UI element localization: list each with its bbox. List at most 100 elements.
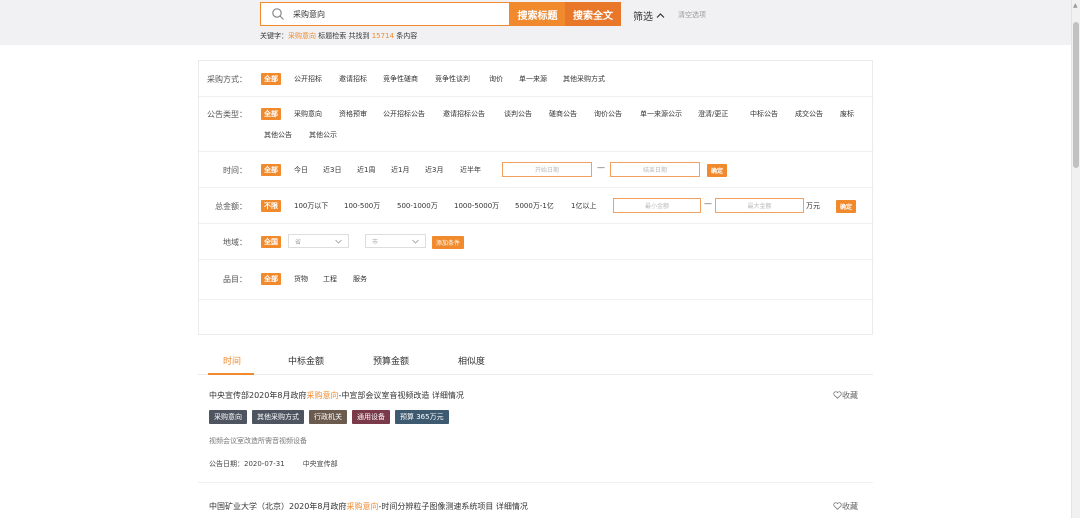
city-placeholder: 市	[372, 238, 379, 246]
time-option[interactable]: 今日	[294, 165, 308, 175]
sort-tabs: 时间 中标金额 预算金额 相似度	[198, 347, 873, 375]
time-option[interactable]: 近3月	[425, 165, 443, 175]
method-option[interactable]: 竞争性磋商	[383, 74, 418, 84]
keyword-prefix: 关键字：	[260, 32, 288, 40]
amount-dash: —	[704, 199, 712, 208]
result-title-pre: 中国矿业大学（北京）2020年8月政府	[209, 502, 347, 511]
category-option[interactable]: 工程	[323, 274, 337, 284]
time-option[interactable]: 全部	[261, 164, 281, 176]
result-title[interactable]: 中国矿业大学（北京）2020年8月政府采购意向-时间分辨粒子图像测速系统项目 详…	[209, 501, 528, 512]
chevron-down-icon	[335, 239, 342, 244]
method-option[interactable]: 公开招标	[294, 74, 322, 84]
min-amount-input[interactable]: 最小金额	[613, 198, 701, 213]
result-title-pre: 中央宣传部2020年8月政府	[209, 391, 307, 400]
clear-options-link[interactable]: 清空选项	[678, 10, 706, 20]
notice-option[interactable]: 磋商公告	[549, 109, 577, 119]
method-option[interactable]: 其他采购方式	[563, 74, 605, 84]
province-select[interactable]: 省	[288, 234, 349, 248]
notice-option[interactable]: 邀请招标公告	[443, 109, 485, 119]
amount-option[interactable]: 1亿以上	[571, 201, 596, 211]
notice-option[interactable]: 澄清/更正	[698, 109, 728, 119]
active-tab-underline	[208, 373, 254, 375]
page-scrollbar[interactable]: ▲	[1071, 0, 1080, 518]
heart-icon	[833, 502, 842, 510]
result-title[interactable]: 中央宣传部2020年8月政府采购意向-中宣部会议室音视频改造 详细情况	[209, 390, 464, 401]
time-option[interactable]: 近1月	[391, 165, 409, 175]
tab-award-amount[interactable]: 中标金额	[288, 354, 324, 367]
filter-label-category: 品目：	[223, 275, 247, 284]
chevron-down-icon	[412, 239, 419, 244]
amount-confirm-button[interactable]: 确定	[836, 200, 857, 213]
filter-row-amount: 总金额： 不限 100万以下 100-500万 500-1000万 1000-5…	[199, 188, 874, 224]
notice-option[interactable]: 单一来源公示	[640, 109, 682, 119]
keyword-suffix: 条内容	[393, 32, 418, 40]
favorite-label: 收藏	[842, 502, 858, 511]
search-fulltext-button[interactable]: 搜索全文	[565, 2, 621, 26]
search-box[interactable]	[260, 2, 510, 26]
method-option[interactable]: 询价	[489, 74, 503, 84]
category-option[interactable]: 货物	[294, 274, 308, 284]
time-option[interactable]: 近3日	[323, 165, 341, 175]
start-date-input[interactable]: 开始日期	[502, 162, 592, 177]
tag-intent[interactable]: 采购意向	[209, 410, 247, 424]
time-option[interactable]: 近1周	[357, 165, 375, 175]
result-count: 15714	[371, 32, 394, 40]
tag-org-type[interactable]: 行政机关	[309, 410, 347, 424]
top-search-bar: 搜索标题 搜索全文 筛选 清空选项 关键字：采购意向 标题检索 共找到 1571…	[0, 0, 1080, 45]
category-option[interactable]: 服务	[353, 274, 367, 284]
tag-category[interactable]: 通用设备	[352, 410, 390, 424]
filter-row-region: 地域： 全国 省 市 添加条件	[199, 224, 874, 260]
publish-date: 2020-07-31	[244, 460, 285, 468]
method-option[interactable]: 邀请招标	[339, 74, 367, 84]
amount-option[interactable]: 5000万-1亿	[515, 201, 554, 211]
tab-similarity[interactable]: 相似度	[458, 354, 485, 367]
notice-option[interactable]: 废标	[840, 109, 854, 119]
amount-option[interactable]: 500-1000万	[397, 201, 438, 211]
notice-option[interactable]: 询价公告	[594, 109, 622, 119]
scrollbar-thumb[interactable]	[1073, 22, 1079, 168]
notice-option[interactable]: 谈判公告	[504, 109, 532, 119]
method-option[interactable]: 全部	[261, 73, 281, 85]
method-option[interactable]: 竞争性谈判	[435, 74, 470, 84]
notice-option[interactable]: 公开招标公告	[383, 109, 425, 119]
region-all-option[interactable]: 全国	[261, 236, 281, 248]
result-tags: 采购意向 其他采购方式 行政机关 通用设备 预算 365万元	[209, 410, 449, 424]
method-option[interactable]: 单一来源	[519, 74, 547, 84]
notice-option[interactable]: 中标公告	[750, 109, 778, 119]
tag-budget[interactable]: 预算 365万元	[395, 410, 449, 424]
notice-option[interactable]: 采购意向	[294, 109, 322, 119]
scroll-up-arrow-icon[interactable]: ▲	[1073, 2, 1078, 9]
city-select[interactable]: 市	[365, 234, 426, 248]
favorite-button[interactable]: 收藏	[833, 501, 858, 512]
notice-option[interactable]: 全部	[261, 108, 281, 120]
search-icon	[272, 8, 284, 20]
favorite-button[interactable]: 收藏	[833, 390, 858, 401]
filter-toggle[interactable]: 筛选	[633, 8, 665, 23]
notice-option[interactable]: 其他公告	[264, 130, 292, 140]
amount-option[interactable]: 100-500万	[344, 201, 380, 211]
tab-time[interactable]: 时间	[223, 354, 241, 367]
category-option[interactable]: 全部	[261, 273, 281, 285]
publisher-org[interactable]: 中央宣传部	[303, 460, 338, 468]
search-input[interactable]	[293, 9, 493, 19]
notice-option[interactable]: 成交公告	[795, 109, 823, 119]
notice-option[interactable]: 其他公示	[309, 130, 337, 140]
amount-option[interactable]: 1000-5000万	[454, 201, 499, 211]
filter-panel: 采购方式： 全部 公开招标 邀请招标 竞争性磋商 竞争性谈判 询价 单一来源 其…	[198, 60, 874, 335]
result-title-highlight: 采购意向	[346, 502, 379, 511]
filter-row-notice: 公告类型： 全部 采购意向 资格预审 公开招标公告 邀请招标公告 谈判公告 磋商…	[199, 97, 874, 152]
tab-budget-amount[interactable]: 预算金额	[373, 354, 409, 367]
notice-option[interactable]: 资格预审	[339, 109, 367, 119]
end-date-input[interactable]: 结束日期	[610, 162, 700, 177]
search-title-button[interactable]: 搜索标题	[510, 2, 565, 26]
date-dash: —	[597, 163, 605, 172]
max-amount-input[interactable]: 最大金额	[715, 198, 804, 213]
amount-option[interactable]: 100万以下	[294, 201, 328, 211]
time-confirm-button[interactable]: 确定	[707, 164, 728, 177]
amount-option[interactable]: 不限	[261, 200, 281, 212]
time-option[interactable]: 近半年	[460, 165, 481, 175]
tag-method[interactable]: 其他采购方式	[252, 410, 304, 424]
filter-label-region: 地域：	[223, 238, 247, 247]
result-description: 视频会议室改造所需音视频设备	[209, 437, 307, 445]
add-condition-button[interactable]: 添加条件	[432, 236, 465, 249]
